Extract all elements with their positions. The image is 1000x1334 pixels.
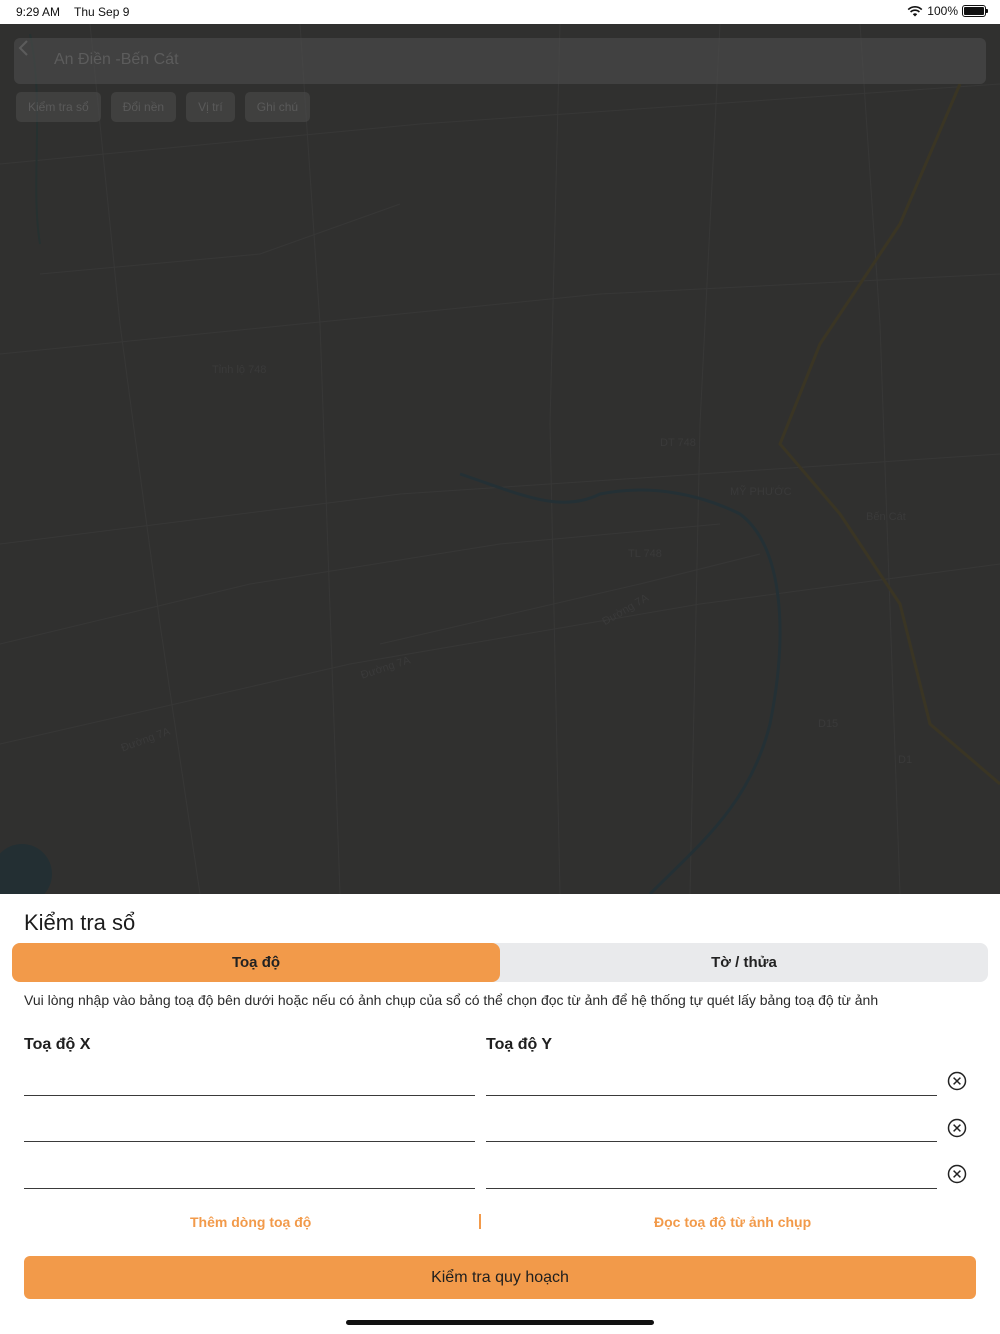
map-dim-overlay bbox=[0, 24, 1000, 894]
battery-icon bbox=[962, 5, 988, 17]
map-header: An Điền -Bến Cát bbox=[14, 38, 986, 84]
add-row-link[interactable]: Thêm dòng toạ độ bbox=[190, 1214, 311, 1230]
coord-x-input[interactable] bbox=[24, 1141, 475, 1142]
chip-check-book[interactable]: Kiểm tra sổ bbox=[16, 92, 101, 122]
read-from-photo-link[interactable]: Đọc toạ độ từ ảnh chụp bbox=[654, 1214, 811, 1230]
status-right: 100% bbox=[907, 4, 988, 18]
chip-change-base[interactable]: Đổi nền bbox=[110, 92, 177, 122]
map-title: An Điền -Bến Cát bbox=[54, 51, 179, 68]
wifi-icon bbox=[907, 5, 923, 17]
remove-row-icon[interactable] bbox=[947, 1071, 967, 1091]
status-time: 9:29 AM bbox=[16, 5, 61, 19]
status-date: Thu Sep 9 bbox=[74, 5, 130, 19]
chip-location[interactable]: Vị trí bbox=[186, 92, 235, 122]
tab-segment: Toạ độ Tờ / thửa bbox=[12, 943, 988, 982]
column-header-x: Toạ độ X bbox=[24, 1036, 91, 1053]
map-label-route: DT 748 bbox=[660, 437, 696, 449]
home-indicator bbox=[346, 1320, 654, 1325]
sheet-title: Kiểm tra sổ bbox=[24, 910, 136, 935]
check-planning-button[interactable]: Kiểm tra quy hoạch bbox=[24, 1256, 976, 1299]
map-label-town: Bến Cát bbox=[866, 511, 906, 523]
chip-notes[interactable]: Ghi chú bbox=[244, 92, 311, 122]
link-divider bbox=[479, 1214, 481, 1229]
map-label-road: D15 bbox=[818, 718, 839, 730]
map-view[interactable]: Tỉnh lộ 748 Đường 7A Đường 7A Đường 7A B… bbox=[0, 24, 1000, 894]
check-book-sheet: Kiểm tra sổ Toạ độ Tờ / thửa Vui lòng nh… bbox=[0, 894, 1000, 1334]
map-label-road: D1 bbox=[898, 754, 913, 766]
chevron-left-icon[interactable] bbox=[14, 38, 34, 58]
coord-y-input[interactable] bbox=[486, 1188, 937, 1189]
coord-y-input[interactable] bbox=[486, 1095, 937, 1096]
coord-x-input[interactable] bbox=[24, 1188, 475, 1189]
status-bar: 9:29 AM Thu Sep 9 100% bbox=[0, 0, 1000, 24]
map-toolbar: Kiểm tra sổ Đổi nền Vị trí Ghi chú bbox=[16, 92, 311, 122]
coord-x-input[interactable] bbox=[24, 1095, 475, 1096]
map-label-road: Tỉnh lộ 748 bbox=[212, 364, 267, 376]
remove-row-icon[interactable] bbox=[947, 1164, 967, 1184]
coord-y-input[interactable] bbox=[486, 1141, 937, 1142]
map-label-route: TL 748 bbox=[628, 548, 662, 560]
help-text: Vui lòng nhập vào bảng toạ độ bên dưới h… bbox=[24, 992, 879, 1008]
tab-coordinates[interactable]: Toạ độ bbox=[12, 943, 500, 982]
tab-sheet-parcel[interactable]: Tờ / thửa bbox=[500, 943, 988, 982]
battery-percent: 100% bbox=[927, 4, 958, 18]
remove-row-icon[interactable] bbox=[947, 1118, 967, 1138]
column-header-y: Toạ độ Y bbox=[486, 1036, 553, 1053]
map-label-town: MỸ PHƯỚC bbox=[730, 486, 792, 498]
